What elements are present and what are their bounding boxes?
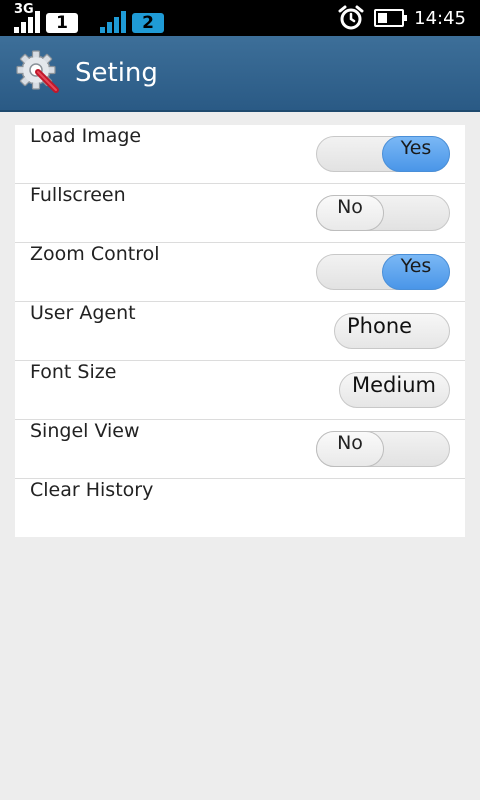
- toggle-knob: Yes: [382, 254, 450, 290]
- setting-label: Fullscreen: [30, 184, 126, 206]
- zoom-control-toggle[interactable]: Yes: [316, 254, 450, 290]
- setting-label: Load Image: [30, 125, 142, 147]
- battery-icon: [374, 9, 408, 27]
- sim1-badge: 1: [46, 13, 78, 33]
- setting-row-single-view: Singel View No: [15, 420, 465, 479]
- status-time: 14:45: [414, 7, 466, 29]
- setting-row-font-size: Font Size Medium: [15, 361, 465, 420]
- user-agent-selector[interactable]: Phone: [334, 313, 450, 349]
- setting-row-load-image: Load Image Yes: [15, 125, 465, 184]
- setting-label: Singel View: [30, 420, 140, 442]
- toggle-knob: No: [316, 431, 384, 467]
- setting-row-fullscreen: Fullscreen No: [15, 184, 465, 243]
- load-image-toggle[interactable]: Yes: [316, 136, 450, 172]
- toggle-knob: Yes: [382, 136, 450, 172]
- setting-row-zoom-control: Zoom Control Yes: [15, 243, 465, 302]
- setting-label: Font Size: [30, 361, 117, 383]
- toggle-knob: No: [316, 195, 384, 231]
- app-header: Seting: [0, 36, 480, 110]
- status-bar: 3G 1 2 14:45: [0, 0, 480, 36]
- network-type-label: 3G: [14, 2, 34, 17]
- clear-history-button[interactable]: Clear History: [15, 479, 465, 537]
- font-size-selector[interactable]: Medium: [339, 372, 450, 408]
- setting-label: Zoom Control: [30, 243, 160, 265]
- fullscreen-toggle[interactable]: No: [316, 195, 450, 231]
- single-view-toggle[interactable]: No: [316, 431, 450, 467]
- settings-gear-wrench-icon: [16, 50, 59, 93]
- alarm-clock-icon: [338, 5, 364, 30]
- settings-list: Load Image Yes Fullscreen No Zoom Contro…: [15, 125, 465, 537]
- setting-label: User Agent: [30, 302, 136, 324]
- setting-row-user-agent: User Agent Phone: [15, 302, 465, 361]
- page-title: Seting: [75, 58, 158, 88]
- status-bar-left: 3G 1 2: [14, 3, 164, 33]
- status-bar-right: 14:45: [338, 4, 466, 32]
- setting-label: Clear History: [30, 479, 154, 501]
- sim2-badge: 2: [132, 13, 164, 33]
- sim2-signal-icon: [100, 9, 126, 33]
